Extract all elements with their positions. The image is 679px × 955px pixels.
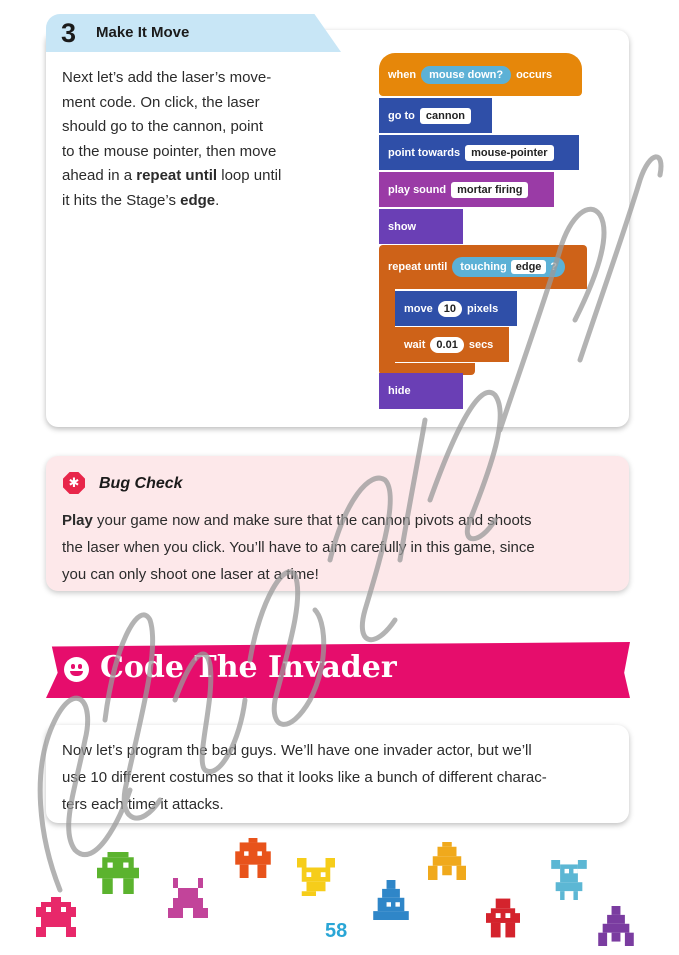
step-text-line: should go to the cannon, point <box>62 118 263 135</box>
touching-target[interactable]: edge <box>510 260 547 274</box>
step-text-line: it hits the Stage’s <box>62 191 181 209</box>
page-number: 58 <box>325 920 348 942</box>
block-label: secs <box>468 338 494 351</box>
block-label: occurs <box>516 68 553 81</box>
keyword-play: Play <box>62 512 93 529</box>
repeat-until-block[interactable]: repeat until touching edge ? <box>379 245 587 289</box>
keyword-edge: edge <box>180 191 216 209</box>
bug-check-line: you can only shoot one laser at a time! <box>62 566 319 583</box>
keyword-repeat-until: repeat until <box>136 167 218 184</box>
intro-line: Now let’s program the bad guys. We’ll ha… <box>62 742 532 759</box>
intro-text: Now let’s program the bad guys. We’ll ha… <box>62 737 617 818</box>
sound-name[interactable]: mortar firing <box>451 181 529 198</box>
bug-check-line: the laser when you click. You’ll have to… <box>62 539 535 556</box>
wait-block[interactable]: wait 0.01 secs <box>395 327 509 362</box>
step-text-line: ment code. On click, the laser <box>62 93 260 111</box>
go-to-block[interactable]: go to cannon <box>379 98 492 133</box>
show-block[interactable]: show <box>379 209 463 244</box>
invader-orange-icon <box>235 838 271 878</box>
intro-line: use 10 different costumes so that it loo… <box>62 769 547 786</box>
step-text-line: Next let’s add the laser’s move- <box>62 69 272 86</box>
block-label: show <box>388 220 417 233</box>
bug-check-title: Bug Check <box>99 475 183 492</box>
invader-purple-icon <box>598 906 634 946</box>
step-text: Next let’s add the laser’s move- ment co… <box>62 66 324 213</box>
step-text-line: . <box>215 191 220 209</box>
invader-magenta-icon <box>168 878 208 918</box>
step-text-line: loop until <box>217 167 282 184</box>
step-text-line: to the mouse pointer, then move <box>62 142 277 160</box>
invader-yellow-icon <box>297 858 335 896</box>
move-block[interactable]: move 10 pixels <box>395 291 517 326</box>
block-label: go to <box>388 109 415 122</box>
step-text-line: ahead in a <box>62 167 137 184</box>
section-title: Code The Invader <box>100 650 397 685</box>
block-label: wait <box>404 338 426 351</box>
point-towards-target[interactable]: mouse-pointer <box>465 144 554 161</box>
block-label: when <box>388 68 417 81</box>
invader-pink-icon <box>36 897 76 937</box>
step-number: 3 <box>61 18 77 48</box>
block-label: pixels <box>467 302 499 315</box>
hide-block[interactable]: hide <box>379 373 463 409</box>
invader-blue-icon <box>373 880 409 920</box>
block-label: point towards <box>388 146 461 159</box>
invader-green-icon <box>97 852 139 894</box>
touching-label: touching <box>460 261 507 273</box>
block-label: play sound <box>388 183 447 196</box>
wait-seconds-input[interactable]: 0.01 <box>430 336 464 353</box>
smiley-icon <box>64 657 89 682</box>
bug-check-line: your game now and make sure that the can… <box>92 512 532 529</box>
block-label: move <box>404 302 433 315</box>
step-header <box>46 14 341 52</box>
invader-gold-icon <box>428 842 466 880</box>
when-event-block[interactable]: when mouse down? occurs <box>379 53 582 96</box>
point-towards-block[interactable]: point towards mouse-pointer <box>379 135 579 170</box>
repeat-until-arm <box>379 289 395 365</box>
move-steps-input[interactable]: 10 <box>437 300 462 317</box>
intro-line: ters each time it attacks. <box>62 796 224 813</box>
touching-question: ? <box>550 261 558 273</box>
mouse-down-reporter[interactable]: mouse down? <box>421 65 512 84</box>
step-title: Make It Move <box>96 24 190 41</box>
play-sound-block[interactable]: play sound mortar firing <box>379 172 554 207</box>
go-to-target[interactable]: cannon <box>419 107 472 124</box>
invader-red-icon <box>486 898 520 938</box>
block-label: repeat until <box>388 261 448 273</box>
invader-cyan-icon <box>551 860 587 900</box>
bug-check-text: Play your game now and make sure that th… <box>62 507 617 588</box>
touching-reporter[interactable]: touching edge ? <box>452 257 566 277</box>
block-label: hide <box>388 385 411 397</box>
